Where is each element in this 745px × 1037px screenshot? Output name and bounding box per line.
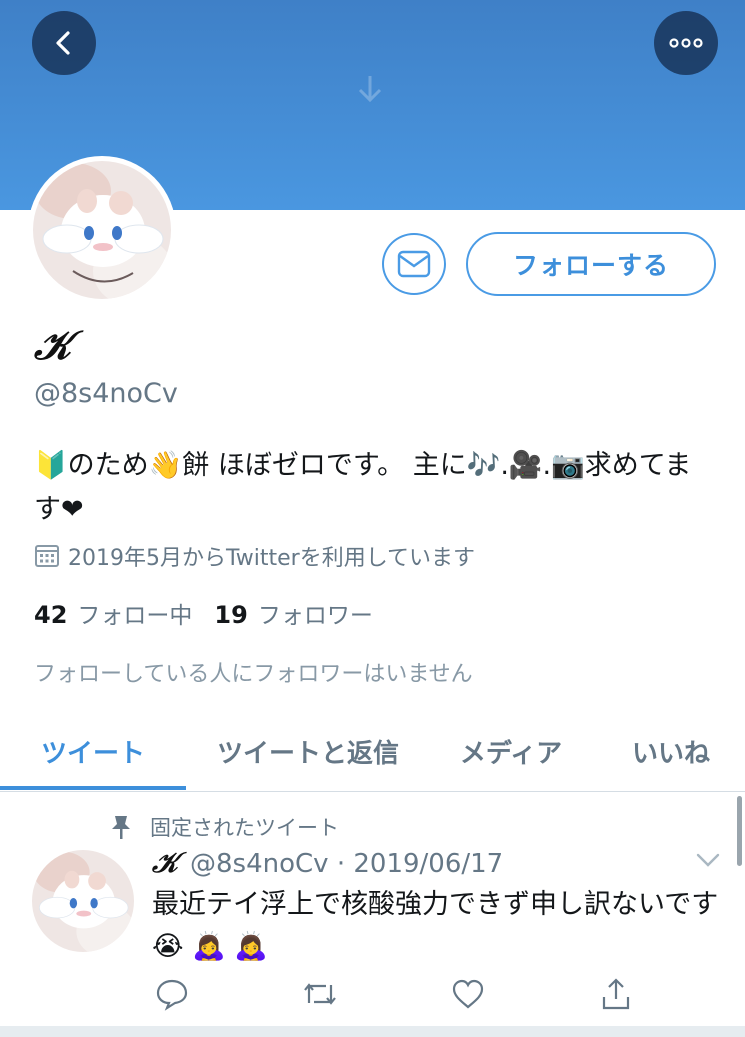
follow-button[interactable]: フォローする xyxy=(466,232,716,296)
profile-handle: @8s4noCv xyxy=(34,378,178,409)
profile-bio: 🔰のため👋餅 ほぼゼロです。 主に🎶.🎥.📷求めてます❤ xyxy=(34,450,692,525)
more-dots-icon xyxy=(669,38,703,48)
tweet-avatar[interactable] xyxy=(32,850,134,952)
pinned-label: 固定されたツイート xyxy=(150,816,339,840)
following-count: 42 xyxy=(34,601,68,629)
following-label: フォロー中 xyxy=(77,603,193,629)
joined-date: 2019年5月からTwitterを利用しています xyxy=(34,540,475,572)
display-name: 𝒦 xyxy=(34,322,72,369)
retweet-button[interactable] xyxy=(300,974,340,1014)
profile-tabs: ツイート ツイートと返信 メディア いいね xyxy=(0,712,745,792)
reply-icon xyxy=(156,979,188,1011)
tab-media[interactable]: メディア xyxy=(436,712,586,790)
followers-label: フォロワー xyxy=(257,603,373,629)
tab-tweets[interactable]: ツイート xyxy=(0,712,186,790)
tweet-text: 最近テイ浮上で核酸強力できず申し訳ないです😭 🙇‍♀️ 🙇‍♀️ xyxy=(152,889,719,962)
tweet-handle-date: @8s4noCv · 2019/06/17 xyxy=(190,849,504,879)
profile-avatar[interactable] xyxy=(28,156,176,304)
avatar-image xyxy=(33,161,171,299)
share-button[interactable] xyxy=(596,974,636,1014)
chevron-down-icon[interactable] xyxy=(696,852,720,868)
tab-likes[interactable]: いいね xyxy=(606,712,736,790)
calendar-icon xyxy=(35,545,59,567)
follow-stats: 42 フォロー中 19 フォロワー xyxy=(34,596,395,630)
mutual-followers-note: フォローしている人にフォロワーはいません xyxy=(34,662,473,687)
tweet-separator xyxy=(0,1026,745,1037)
share-icon xyxy=(602,978,630,1010)
more-options-button[interactable] xyxy=(654,11,718,75)
like-button[interactable] xyxy=(448,974,488,1014)
pin-icon xyxy=(112,816,130,839)
avatar-image xyxy=(32,850,134,952)
joined-text: 2019年5月からTwitterを利用しています xyxy=(68,546,476,571)
mail-icon xyxy=(397,250,431,278)
active-tab-indicator xyxy=(0,786,186,790)
back-button[interactable] xyxy=(32,11,96,75)
pinned-indicator: 固定されたツイート xyxy=(110,812,339,842)
tweet-actions xyxy=(152,974,632,1014)
retweet-icon xyxy=(304,983,336,1005)
scrollbar[interactable] xyxy=(737,796,742,866)
message-button[interactable] xyxy=(382,233,446,295)
like-icon xyxy=(452,979,484,1009)
tweet-header: 𝒦 @8s4noCv · 2019/06/17 xyxy=(152,846,503,880)
reply-button[interactable] xyxy=(152,974,192,1014)
tweet-author-name[interactable]: 𝒦 xyxy=(152,846,178,880)
followers-link[interactable]: 19 フォロワー xyxy=(214,596,372,630)
tab-tweets-and-replies[interactable]: ツイートと返信 xyxy=(196,712,420,790)
following-link[interactable]: 42 フォロー中 xyxy=(34,596,192,630)
download-arrow-icon xyxy=(358,76,382,103)
followers-count: 19 xyxy=(214,601,248,629)
chevron-left-icon xyxy=(56,31,70,55)
